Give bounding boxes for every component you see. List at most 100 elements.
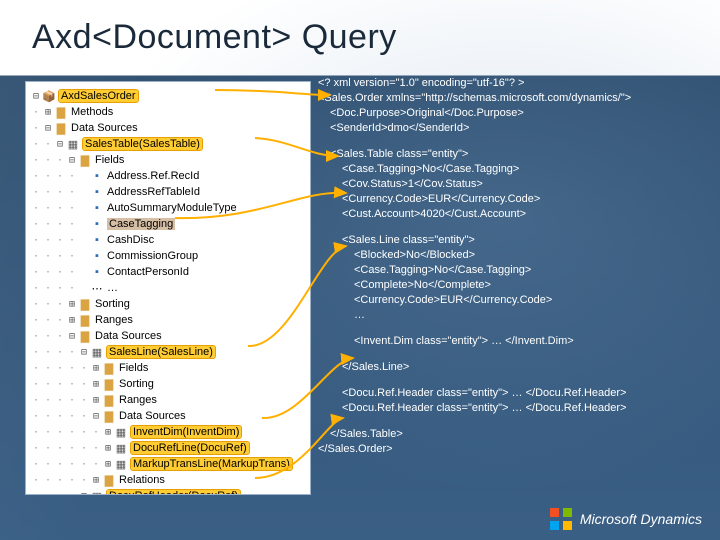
tree-label: SalesLine(SalesLine) <box>107 346 215 358</box>
folder-icon: ▇ <box>102 378 116 390</box>
slide-title: Axd<Document> Query <box>32 18 397 57</box>
xml-line <box>318 323 702 334</box>
tree-row[interactable]: ······⊞▦DocuRefLine(DocuRef) <box>30 440 306 456</box>
field-icon: ▪ <box>90 250 104 262</box>
tree-row[interactable]: ····▪CaseTagging <box>30 216 306 232</box>
tree-row[interactable]: ······⊞▦MarkupTransLine(MarkupTrans) <box>30 456 306 472</box>
tree-row[interactable]: ···⊞▇Sorting <box>30 296 306 312</box>
xml-line: </Sales.Table> <box>330 427 702 442</box>
expander-icon[interactable]: ⊞ <box>90 379 102 390</box>
table-icon: ▦ <box>114 458 128 470</box>
tree-row[interactable]: ·····⊟▇Data Sources <box>30 408 306 424</box>
expander-icon[interactable]: ⊞ <box>42 107 54 118</box>
tree-row[interactable]: ·⊞▇Methods <box>30 104 306 120</box>
tree-label: … <box>107 282 118 294</box>
tree-label: Ranges <box>119 394 157 406</box>
expander-icon[interactable]: ⊞ <box>66 299 78 310</box>
expander-icon[interactable]: ⊟ <box>78 347 90 358</box>
xml-line: <Sales.Table class="entity"> <box>330 147 702 162</box>
tree-row[interactable]: ·····⊞▇Sorting <box>30 376 306 392</box>
xml-line: </Sales.Order> <box>318 442 702 457</box>
tree-label: ContactPersonId <box>107 266 189 278</box>
tree-label: Data Sources <box>95 330 162 342</box>
xml-line: … <box>354 308 702 323</box>
xml-snippet: <? xml version="1.0" encoding="utf-16"? … <box>318 76 702 457</box>
slide: Axd<Document> Query ⊟📦AxdSalesOrder·⊞▇Me… <box>0 0 720 540</box>
field-icon: ▪ <box>90 234 104 246</box>
tree-row[interactable]: ····▪AddressRefTableId <box>30 184 306 200</box>
tree-label: Ranges <box>95 314 133 326</box>
table-icon: ▦ <box>90 490 104 494</box>
folder-icon: ▇ <box>54 106 68 118</box>
expander-icon[interactable]: ⊟ <box>54 139 66 150</box>
tree-row[interactable]: ·····⊞▇Relations <box>30 472 306 488</box>
expander-icon[interactable]: ⊞ <box>66 315 78 326</box>
tree-label: Data Sources <box>71 122 138 134</box>
field-icon: ▪ <box>90 266 104 278</box>
expander-icon[interactable]: ⊟ <box>90 411 102 422</box>
xml-line: <Blocked>No</Blocked> <box>354 248 702 263</box>
tree-label: Data Sources <box>119 410 186 422</box>
expander-icon[interactable]: ⊟ <box>42 123 54 134</box>
tree-row[interactable]: ····▪CashDisc <box>30 232 306 248</box>
xml-line <box>318 222 702 233</box>
expander-icon[interactable]: ⊞ <box>90 395 102 406</box>
tree-row[interactable]: ·⊟▇Data Sources <box>30 120 306 136</box>
tree-row[interactable]: ····⊟▦SalesLine(SalesLine) <box>30 344 306 360</box>
microsoft-flag-icon <box>550 508 572 530</box>
expander-icon[interactable]: ⊞ <box>102 427 114 438</box>
expander-icon[interactable]: ⊞ <box>102 443 114 454</box>
brand-logo: Microsoft Dynamics <box>550 508 702 530</box>
field-icon: ▪ <box>90 170 104 182</box>
tree-row[interactable]: ⊟📦AxdSalesOrder <box>30 88 306 104</box>
expander-icon[interactable]: ⊟ <box>66 155 78 166</box>
tree-row[interactable]: ····▪Address.Ref.RecId <box>30 168 306 184</box>
xml-line <box>318 136 702 147</box>
tree-label: InventDim(InventDim) <box>131 426 241 438</box>
xml-line: </Sales.Line> <box>342 360 702 375</box>
expander-icon[interactable]: ⊞ <box>102 459 114 470</box>
table-icon: ▦ <box>114 426 128 438</box>
folder-icon: ▇ <box>102 362 116 374</box>
tree-label: CashDisc <box>107 234 154 246</box>
expander-icon[interactable]: ⊟ <box>30 91 42 102</box>
tree-label: CaseTagging <box>107 218 175 230</box>
tree-row[interactable]: ···⊞▇Ranges <box>30 312 306 328</box>
tree-row[interactable]: ···⊟▇Data Sources <box>30 328 306 344</box>
folder-icon: ▇ <box>78 330 92 342</box>
field-icon: ▪ <box>90 218 104 230</box>
expander-icon[interactable]: ⊞ <box>78 491 90 495</box>
tree-label: DocuRefLine(DocuRef) <box>131 442 249 454</box>
expander-icon[interactable]: ⊞ <box>90 475 102 486</box>
tree-row[interactable]: ····▪AutoSummaryModuleType <box>30 200 306 216</box>
tree-view: ⊟📦AxdSalesOrder·⊞▇Methods·⊟▇Data Sources… <box>26 82 310 494</box>
folder-icon: ▇ <box>78 154 92 166</box>
tree-label: Sorting <box>95 298 130 310</box>
folder-icon: ▇ <box>54 122 68 134</box>
xml-line: <Sales.Line class="entity"> <box>342 233 702 248</box>
expander-icon[interactable]: ⊟ <box>66 331 78 342</box>
xml-line <box>318 375 702 386</box>
tree-row[interactable]: ·····⊞▇Fields <box>30 360 306 376</box>
expander-icon[interactable]: ⊞ <box>90 363 102 374</box>
xml-line: <Doc.Purpose>Original</Doc.Purpose> <box>330 106 702 121</box>
xml-line: <Docu.Ref.Header class="entity"> … </Doc… <box>342 386 702 401</box>
field-icon: ▪ <box>90 202 104 214</box>
tree-row[interactable]: ····⊞▦DocuRefHeader(DocuRef) <box>30 488 306 494</box>
brand-text: Microsoft Dynamics <box>580 511 702 527</box>
tree-row[interactable]: ····▪CommissionGroup <box>30 248 306 264</box>
tree-row[interactable]: ···⊟▇Fields <box>30 152 306 168</box>
xml-line: <Case.Tagging>No</Case.Tagging> <box>342 162 702 177</box>
tree-label: DocuRefHeader(DocuRef) <box>107 490 240 494</box>
ellipsis-icon: ⋯ <box>90 282 104 294</box>
tree-label: MarkupTransLine(MarkupTrans) <box>131 458 292 470</box>
tree-row[interactable]: ·····⊞▇Ranges <box>30 392 306 408</box>
tree-label: AddressRefTableId <box>107 186 200 198</box>
tree-row[interactable]: ··⊟▦SalesTable(SalesTable) <box>30 136 306 152</box>
tree-row[interactable]: ······⊞▦InventDim(InventDim) <box>30 424 306 440</box>
tree-row[interactable]: ····⋯… <box>30 280 306 296</box>
folder-icon: ▇ <box>102 394 116 406</box>
tree-row[interactable]: ····▪ContactPersonId <box>30 264 306 280</box>
tree-label: AxdSalesOrder <box>59 90 138 102</box>
tree-label: Relations <box>119 474 165 486</box>
